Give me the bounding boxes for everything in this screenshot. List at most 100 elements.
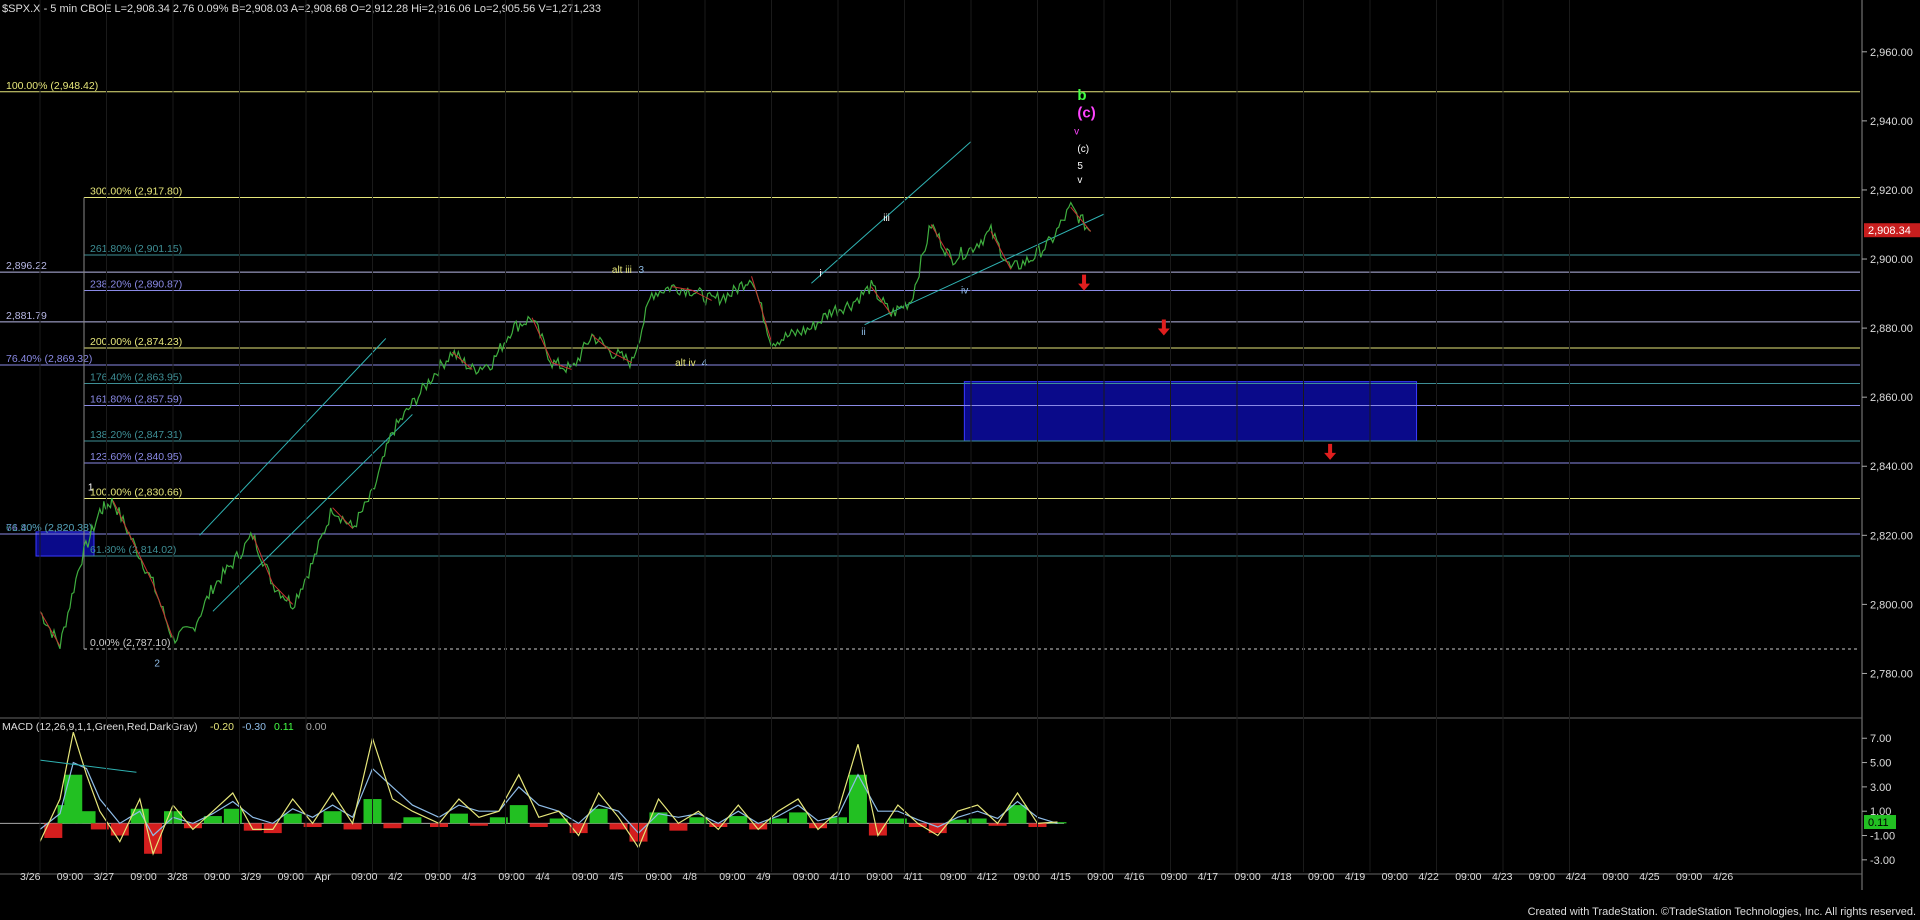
macd-histogram-bar: [383, 823, 402, 829]
macd-histogram-bar: [469, 823, 488, 826]
last-price-label: 2,908.34: [1868, 225, 1911, 237]
time-axis-label: 4/2: [388, 871, 403, 883]
time-axis-label: 4/22: [1418, 871, 1439, 883]
trend-channel-line: [199, 338, 387, 536]
time-axis-label: 4/23: [1492, 871, 1513, 883]
price-down-segment: [591, 334, 613, 353]
time-axis-label: 09:00: [940, 871, 966, 883]
wave-label: alt iv: [675, 358, 696, 369]
macd-last-label: 0.11: [1868, 817, 1889, 829]
fib-level-label: 161.80% (2,857.59): [90, 393, 182, 405]
fib-level-label: 61.80% (2,820.38): [6, 522, 92, 534]
wave-label: v: [1074, 127, 1079, 138]
fib-level-label: 100.00% (2,830.66): [90, 487, 182, 499]
price-down-segment: [451, 351, 473, 370]
macd-trend-line: [39, 759, 137, 773]
time-axis-label: 09:00: [425, 871, 451, 883]
macd-value: -0.30: [242, 721, 266, 733]
macd-histogram-bar: [1008, 805, 1027, 824]
wave-label: 3: [639, 265, 645, 276]
price-series-line: [39, 201, 1092, 650]
trend-channel-line: [811, 141, 972, 284]
wave-label: 1: [88, 482, 94, 493]
price-tick-label: 2,840.00: [1870, 461, 1913, 473]
chart-canvas[interactable]: 2,780.00 2,800.00 2,820.00 2,840.00 2,860.00…: [0, 0, 1920, 920]
price-tick-label: 2,800.00: [1870, 599, 1913, 611]
time-axis-label: 09:00: [351, 871, 377, 883]
macd-histogram-bar: [323, 811, 342, 824]
macd-histogram-bar: [283, 813, 302, 824]
time-axis-label: 09:00: [57, 871, 83, 883]
time-axis-label: 09:00: [572, 871, 598, 883]
wave-label: iii: [883, 213, 890, 224]
fib-level-label: 100.00% (2,948.42): [6, 80, 98, 92]
time-axis-label: 09:00: [793, 871, 819, 883]
time-axis-label: 09:00: [1087, 871, 1113, 883]
time-axis-label: 4/16: [1124, 871, 1145, 883]
wave-label: i: [819, 268, 821, 279]
wave-label: ii: [861, 327, 865, 338]
macd-tick-label: 7.00: [1870, 733, 1891, 745]
macd-histogram-bar: [449, 813, 468, 824]
price-down-segment: [930, 224, 952, 260]
time-axis-label: 4/25: [1639, 871, 1660, 883]
macd-histogram-bar: [77, 811, 96, 824]
fib-level-label: 200.00% (2,874.23): [90, 336, 182, 348]
price-tick-label: 2,940.00: [1870, 116, 1913, 128]
fib-level-label: 2,881.79: [6, 310, 47, 322]
trend-channel-line: [212, 414, 413, 612]
wave-label: iv: [961, 286, 968, 297]
price-tick-label: 2,860.00: [1870, 392, 1913, 404]
down-arrow-icon: [1078, 274, 1091, 291]
macd-histogram-bar: [848, 774, 867, 824]
time-axis-label: 09:00: [1676, 871, 1702, 883]
time-axis-label: 09:00: [719, 871, 745, 883]
fib-level-label: 138.20% (2,847.31): [90, 429, 182, 441]
time-axis-label: 4/3: [462, 871, 477, 883]
fib-level-label: 176.40% (2,863.95): [90, 372, 182, 384]
time-axis-label: 4/12: [977, 871, 998, 883]
price-down-segment: [332, 507, 353, 529]
time-axis-label: 3/27: [94, 871, 115, 883]
time-axis-label: 4/26: [1713, 871, 1734, 883]
price-tick-label: 2,880.00: [1870, 323, 1913, 335]
trend-channel-line: [864, 213, 1105, 326]
time-axis-label: 09:00: [1014, 871, 1040, 883]
macd-tick-label: 5.00: [1870, 758, 1891, 770]
price-down-segment: [112, 500, 134, 543]
time-axis-label: 4/8: [682, 871, 697, 883]
time-axis-label: 4/17: [1198, 871, 1219, 883]
price-tick-label: 2,960.00: [1870, 47, 1913, 59]
time-axis-label: 09:00: [866, 871, 892, 883]
time-axis-label: 09:00: [1308, 871, 1334, 883]
macd-label: MACD (12,26,9,1,1,Green,Red,DarkGray): [2, 721, 198, 733]
time-axis-label: 3/26: [20, 871, 41, 883]
price-tick-label: 2,820.00: [1870, 530, 1913, 542]
price-down-segment: [990, 231, 1012, 270]
price-tick-label: 2,900.00: [1870, 254, 1913, 266]
price-down-segment: [152, 583, 174, 640]
wave-label: (c): [1077, 144, 1089, 155]
fib-level-label: 61.80% (2,814.02): [90, 544, 176, 556]
macd-tick-label: -3.00: [1870, 855, 1895, 867]
price-tick-label: 2,780.00: [1870, 668, 1913, 680]
macd-value: 0.00: [306, 721, 327, 733]
fib-level-label: 300.00% (2,917.80): [90, 186, 182, 198]
time-axis-label: 4/5: [609, 871, 624, 883]
wave-label: 2: [154, 659, 160, 670]
time-axis-label: 09:00: [278, 871, 304, 883]
macd-histogram-bar: [509, 805, 528, 824]
time-axis-label: 09:00: [1529, 871, 1555, 883]
time-axis-label: 4/15: [1050, 871, 1071, 883]
macd-tick-label: -1.00: [1870, 831, 1895, 843]
wave-label: 5: [1077, 161, 1083, 172]
price-tick-label: 2,920.00: [1870, 185, 1913, 197]
price-down-segment: [252, 535, 274, 584]
macd-value: 0.11: [274, 721, 294, 733]
fib-level-label: 76.40% (2,869.32): [6, 353, 92, 365]
time-axis-label: 09:00: [1161, 871, 1187, 883]
macd-histogram-bar: [529, 823, 548, 828]
time-axis-label: 09:00: [1455, 871, 1481, 883]
target-zone-box: [963, 381, 1418, 442]
fib-level-label: 0.00% (2,787.10): [90, 637, 171, 649]
